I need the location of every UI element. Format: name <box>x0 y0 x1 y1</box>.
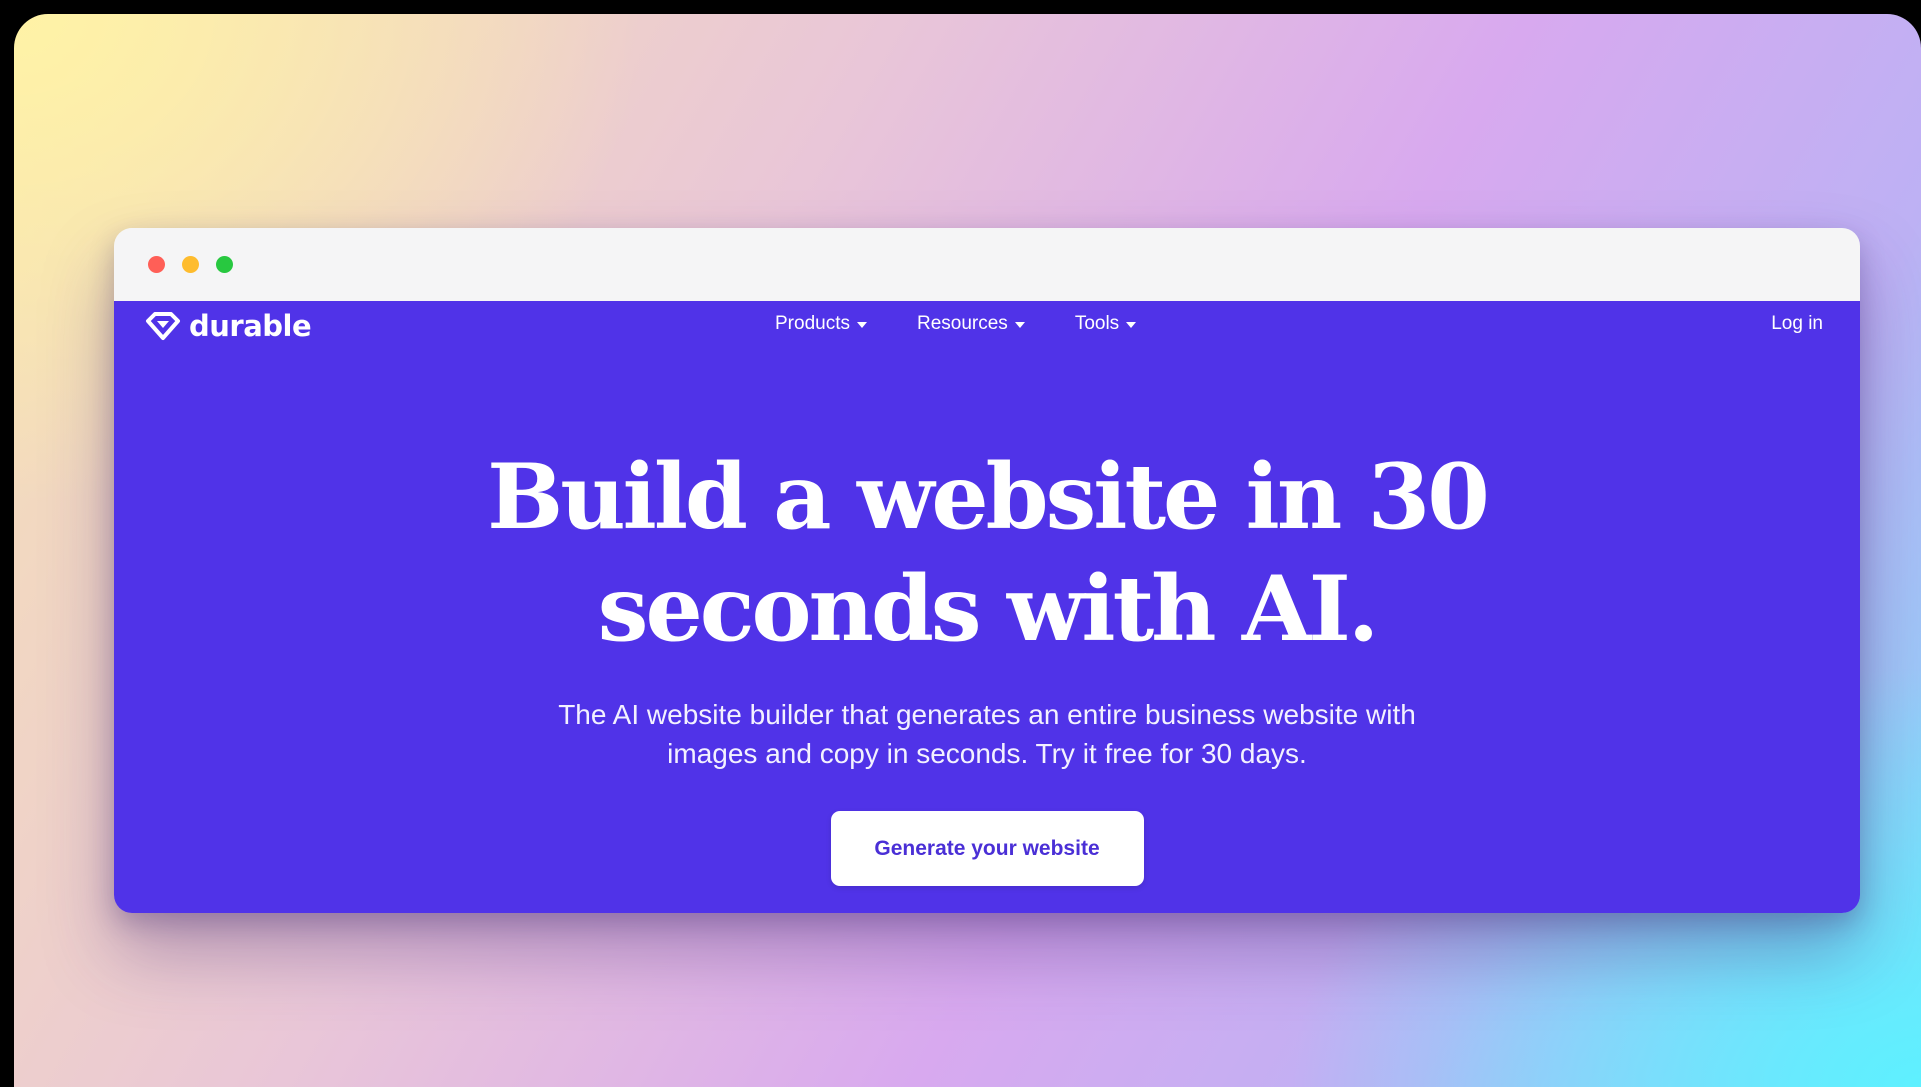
chevron-down-icon <box>856 322 867 328</box>
hero-section: Build a website in 30 seconds with AI. T… <box>114 441 1860 886</box>
menu-item-products[interactable]: Products <box>775 313 867 335</box>
menu-item-resources[interactable]: Resources <box>917 313 1025 335</box>
close-window-button[interactable] <box>148 256 165 273</box>
login-link[interactable]: Log in <box>1771 313 1823 335</box>
maximize-window-button[interactable] <box>216 256 233 273</box>
generate-website-button[interactable]: Generate your website <box>830 811 1144 886</box>
chevron-down-icon <box>1126 322 1137 328</box>
menu-item-label: Products <box>775 313 850 334</box>
minimize-window-button[interactable] <box>182 256 199 273</box>
menu-item-tools[interactable]: Tools <box>1074 313 1137 335</box>
gradient-backdrop: durable Products Resources Tools Log in … <box>14 14 1921 1087</box>
top-nav: durable Products Resources Tools Log in <box>114 301 1860 353</box>
hero-subtitle: The AI website builder that generates an… <box>558 699 1416 769</box>
browser-window: durable Products Resources Tools Log in … <box>114 228 1860 913</box>
landing-page: durable Products Resources Tools Log in … <box>114 301 1860 913</box>
logo-text: durable <box>189 309 312 343</box>
main-menu: Products Resources Tools <box>775 313 1137 335</box>
diamond-logo-icon <box>145 311 181 341</box>
hero-headline: Build a website in 30 seconds with AI. <box>487 444 1490 662</box>
menu-item-label: Tools <box>1074 313 1120 334</box>
browser-titlebar <box>114 228 1860 302</box>
chevron-down-icon <box>1014 322 1025 328</box>
menu-item-label: Resources <box>916 313 1008 334</box>
logo[interactable]: durable <box>145 309 312 343</box>
